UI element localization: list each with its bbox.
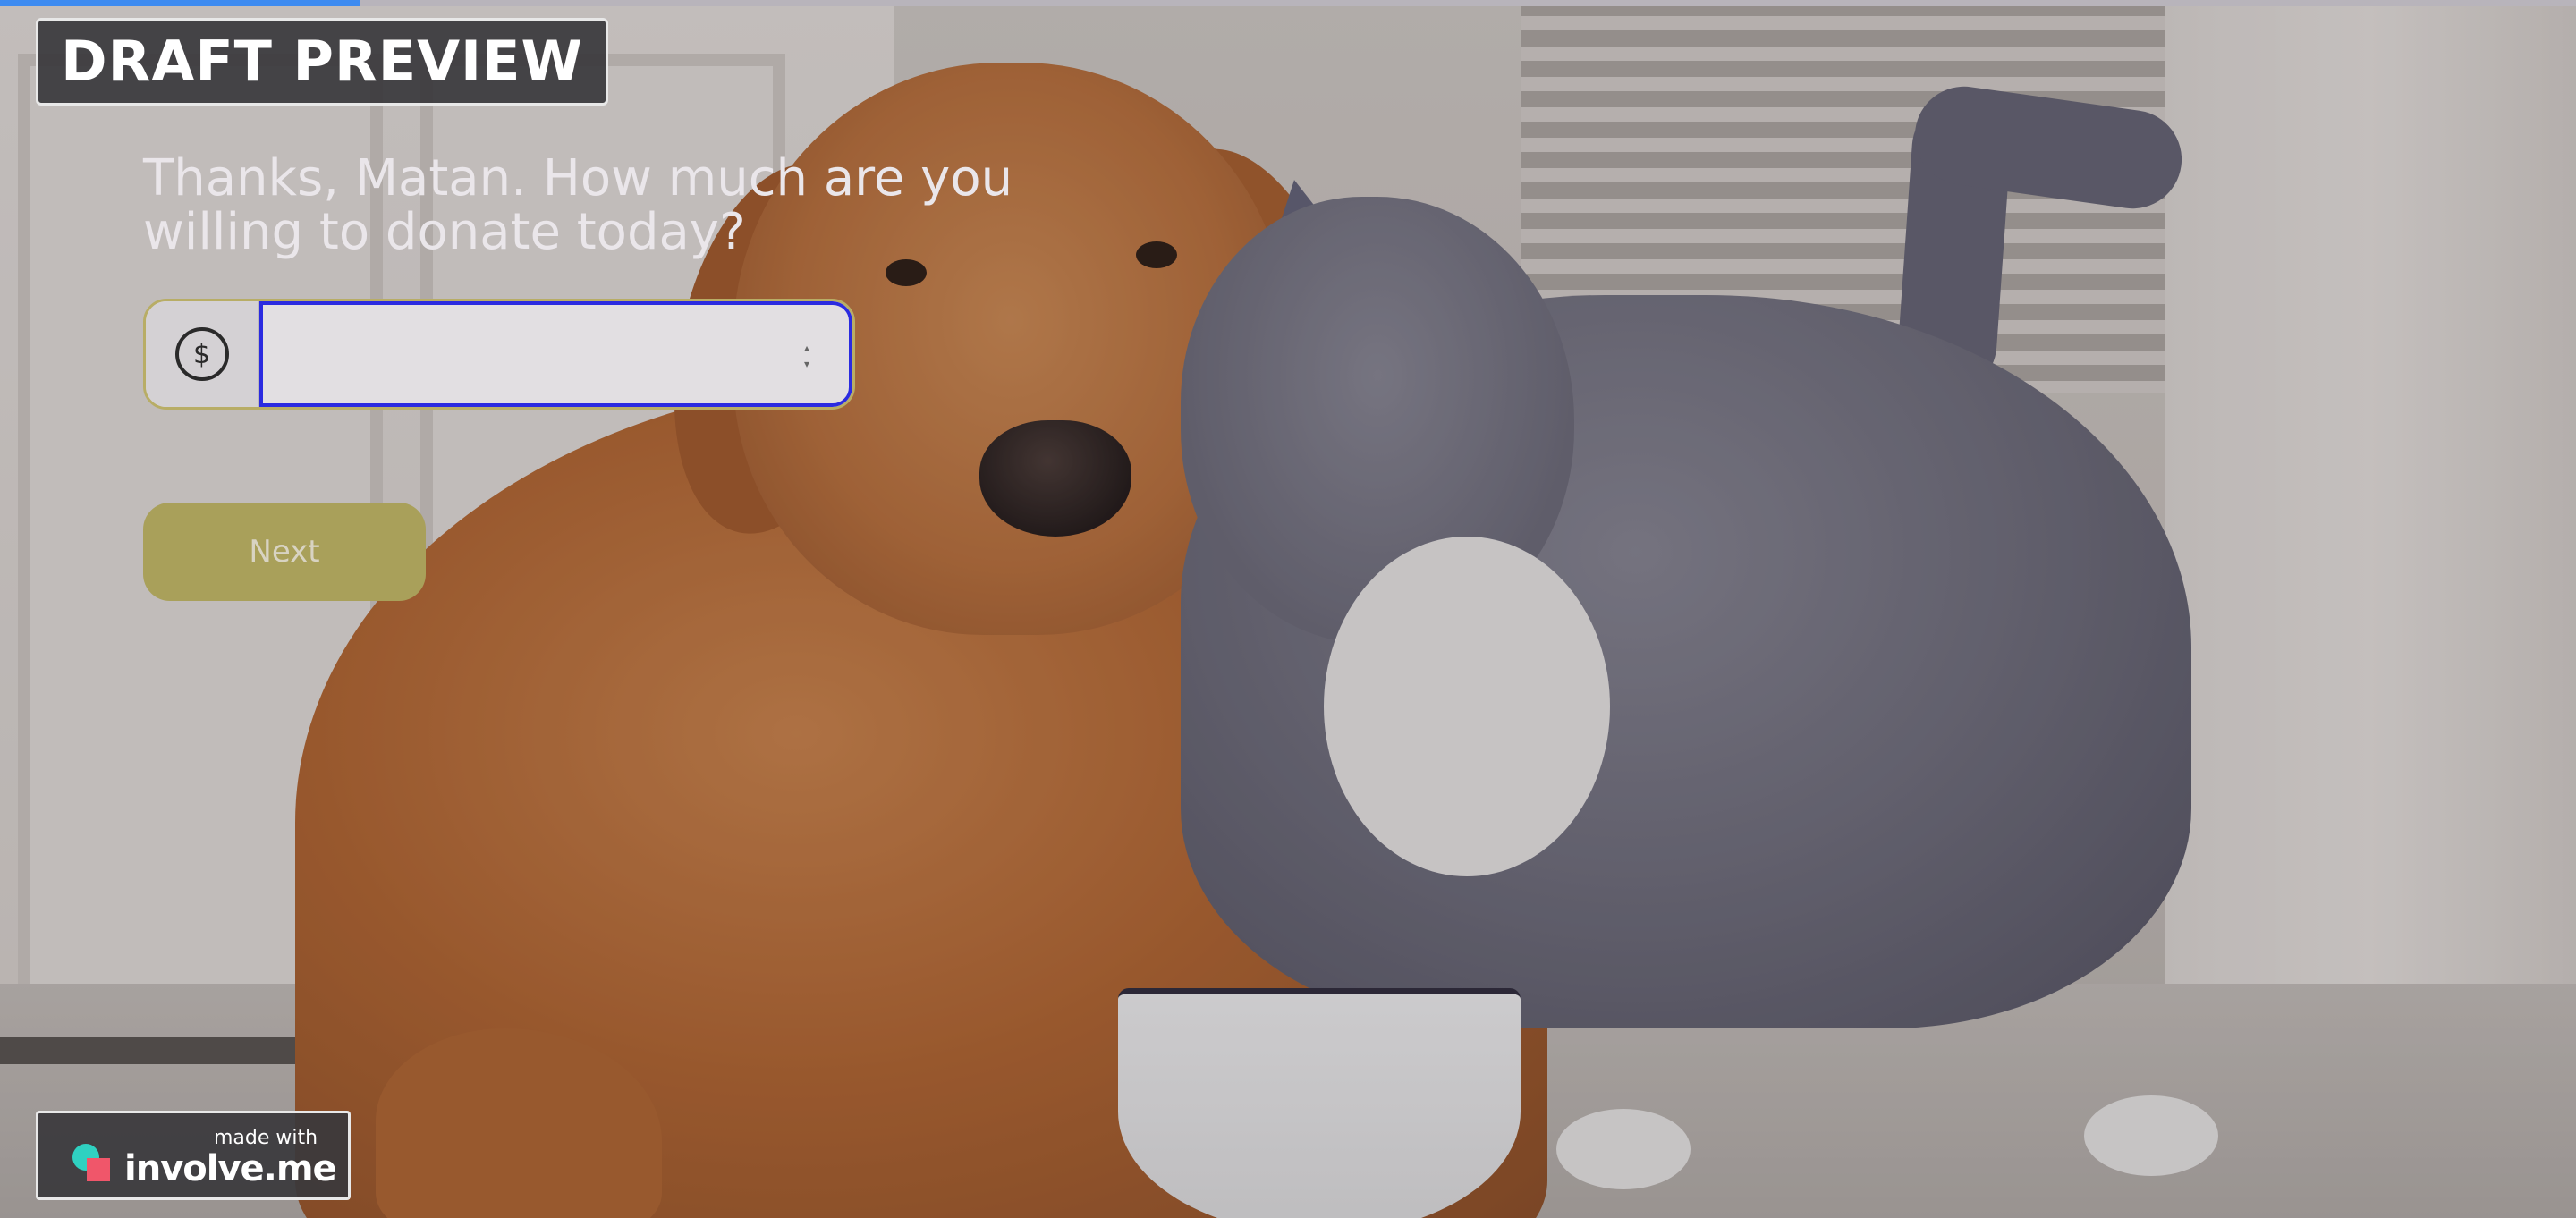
made-with-label: made with — [214, 1127, 318, 1149]
number-spinner-icon[interactable]: ▴ ▾ — [801, 343, 813, 369]
brand-name: involve.me — [124, 1148, 337, 1189]
dollar-icon: $ — [174, 327, 229, 381]
progress-bar-fill — [0, 0, 361, 6]
question-heading: Thanks, Matan. How much are you willing … — [143, 149, 1013, 261]
made-with-badge[interactable]: made with involve.me — [36, 1111, 351, 1200]
progress-bar — [0, 0, 2576, 6]
donation-amount-field: $ ▴ ▾ — [143, 299, 855, 410]
chevron-up-icon: ▴ — [803, 342, 810, 354]
next-button[interactable]: Next — [143, 503, 426, 601]
chevron-down-icon: ▾ — [803, 358, 810, 370]
draft-preview-badge: DRAFT PREVIEW — [36, 18, 608, 106]
involve-me-logo-icon — [72, 1144, 112, 1183]
currency-addon: $ — [146, 301, 259, 407]
donation-amount-input[interactable] — [259, 301, 852, 407]
